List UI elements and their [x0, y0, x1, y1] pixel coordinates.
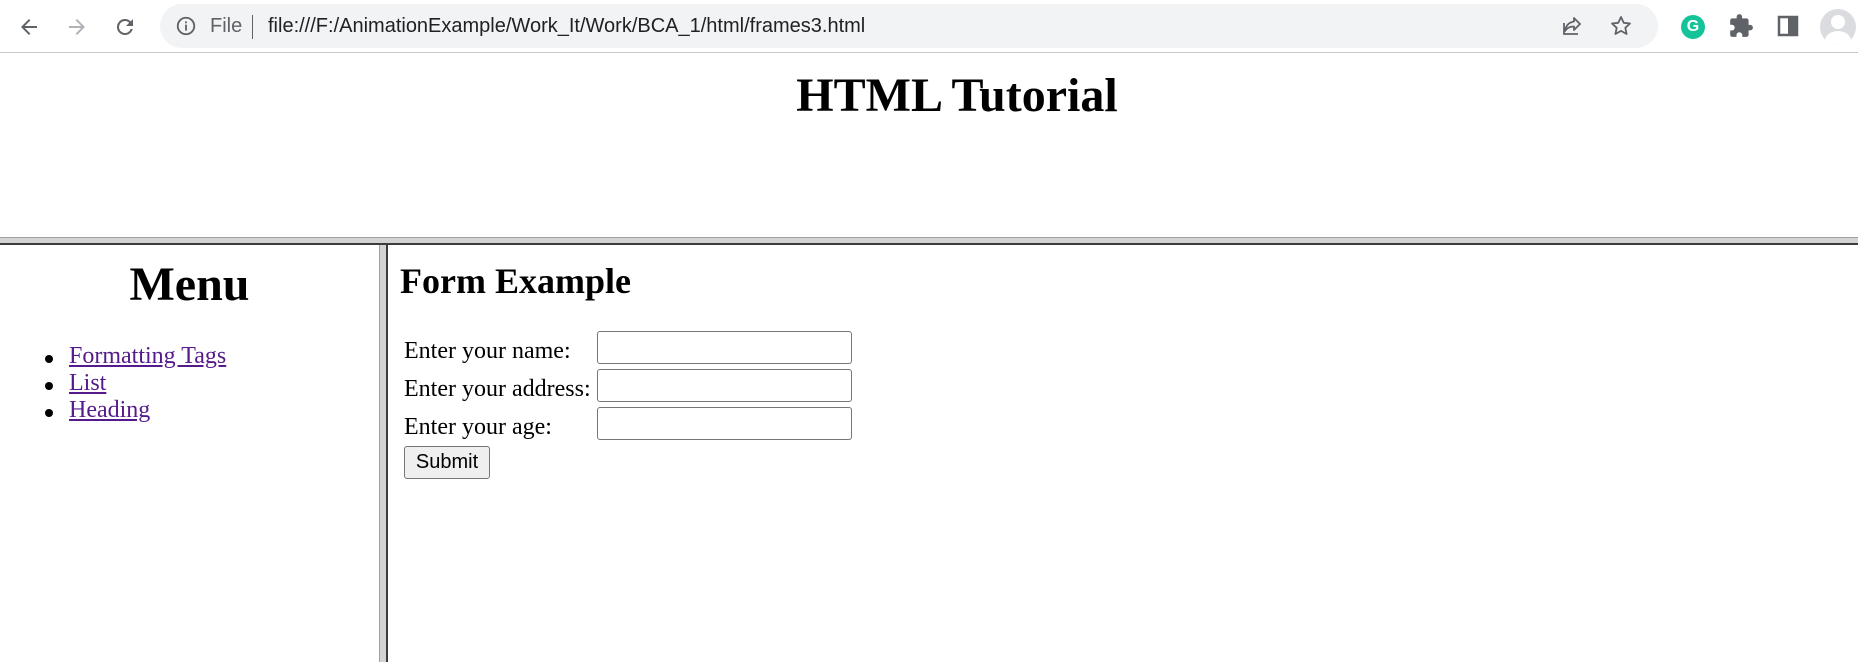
age-label: Enter your age:: [404, 414, 552, 440]
top-frame: HTML Tutorial: [0, 54, 1858, 237]
list-item: List: [45, 370, 226, 397]
info-icon[interactable]: [175, 15, 197, 37]
name-input[interactable]: [597, 331, 852, 364]
menu-frame: Menu Formatting Tags List Heading: [0, 245, 379, 662]
side-panel-icon[interactable]: [1776, 14, 1800, 38]
menu-link-formatting-tags[interactable]: Formatting Tags: [69, 343, 226, 369]
menu-link-list[interactable]: List: [69, 370, 106, 396]
menu-link-heading[interactable]: Heading: [69, 397, 150, 423]
forward-arrow-icon: [69, 19, 85, 35]
profile-avatar[interactable]: [1820, 9, 1856, 45]
reload-icon: [116, 18, 133, 35]
share-icon[interactable]: [1560, 14, 1584, 38]
back-button[interactable]: [12, 10, 46, 44]
avatar-head: [1831, 15, 1845, 29]
grammarly-extension-icon[interactable]: G: [1681, 15, 1705, 39]
avatar-body: [1825, 31, 1851, 45]
menu-list: Formatting Tags List Heading: [45, 343, 226, 424]
browser-toolbar: File file:///F:/AnimationExample/Work_It…: [0, 0, 1858, 53]
content-frame: Form Example Enter your name: Enter your…: [388, 245, 1858, 662]
reload-button[interactable]: [108, 10, 142, 44]
page-title: HTML Tutorial: [796, 69, 1118, 122]
address-input[interactable]: [597, 369, 852, 402]
form-heading: Form Example: [400, 261, 631, 301]
name-label: Enter your name:: [404, 338, 571, 364]
address-label: Enter your address:: [404, 376, 591, 402]
bookmark-star-icon[interactable]: [1609, 14, 1633, 38]
extensions-puzzle-icon[interactable]: [1728, 13, 1754, 39]
list-item: Heading: [45, 397, 226, 424]
address-separator: [252, 15, 253, 39]
vertical-frame-border[interactable]: [379, 245, 388, 662]
menu-heading: Menu: [129, 258, 250, 311]
submit-button[interactable]: Submit: [404, 446, 490, 479]
horizontal-frame-border[interactable]: [0, 237, 1858, 245]
address-bar[interactable]: File file:///F:/AnimationExample/Work_It…: [160, 4, 1658, 48]
forward-button[interactable]: [60, 10, 94, 44]
url-text[interactable]: file:///F:/AnimationExample/Work_It/Work…: [268, 15, 865, 37]
file-scheme-label: File: [210, 15, 243, 37]
back-arrow-icon: [21, 19, 37, 35]
list-item: Formatting Tags: [45, 343, 226, 370]
age-input[interactable]: [597, 407, 852, 440]
